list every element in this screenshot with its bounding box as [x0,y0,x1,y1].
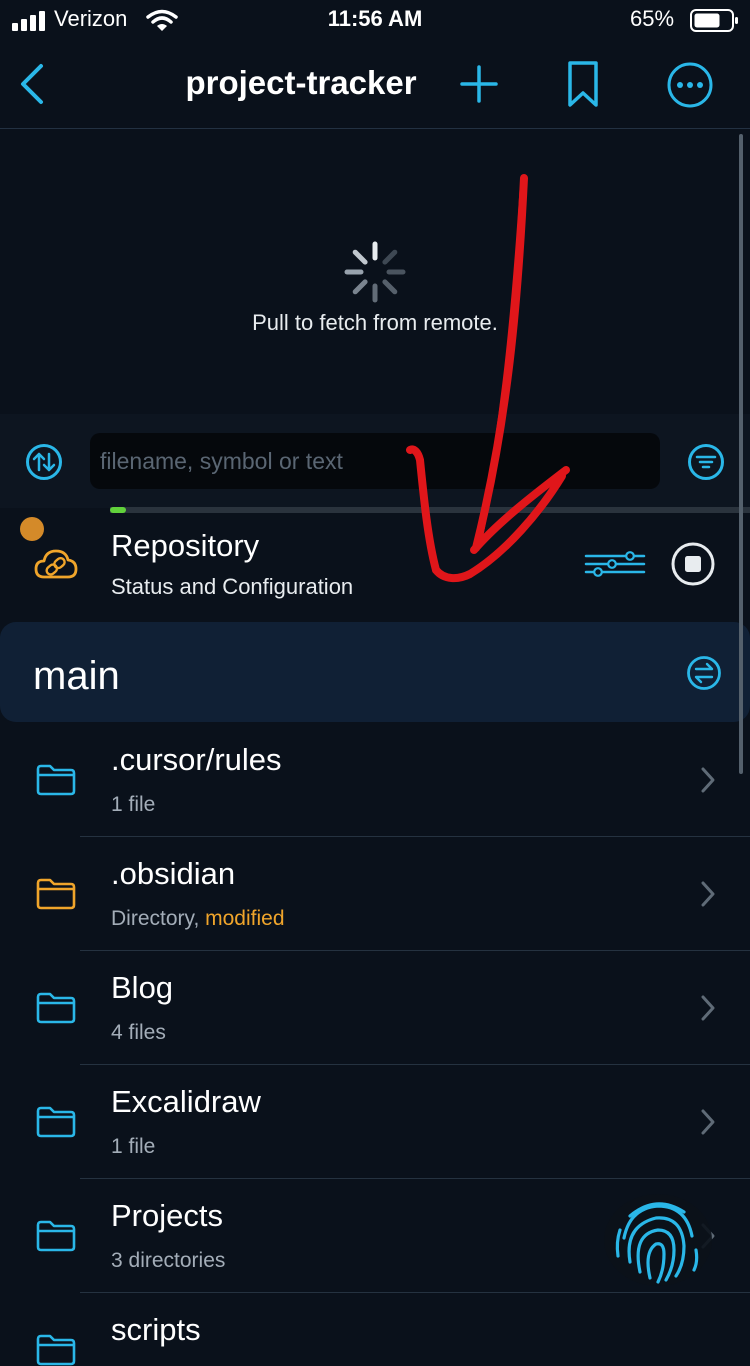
annotation-arrow [406,174,570,583]
folder-icon [36,1334,76,1366]
